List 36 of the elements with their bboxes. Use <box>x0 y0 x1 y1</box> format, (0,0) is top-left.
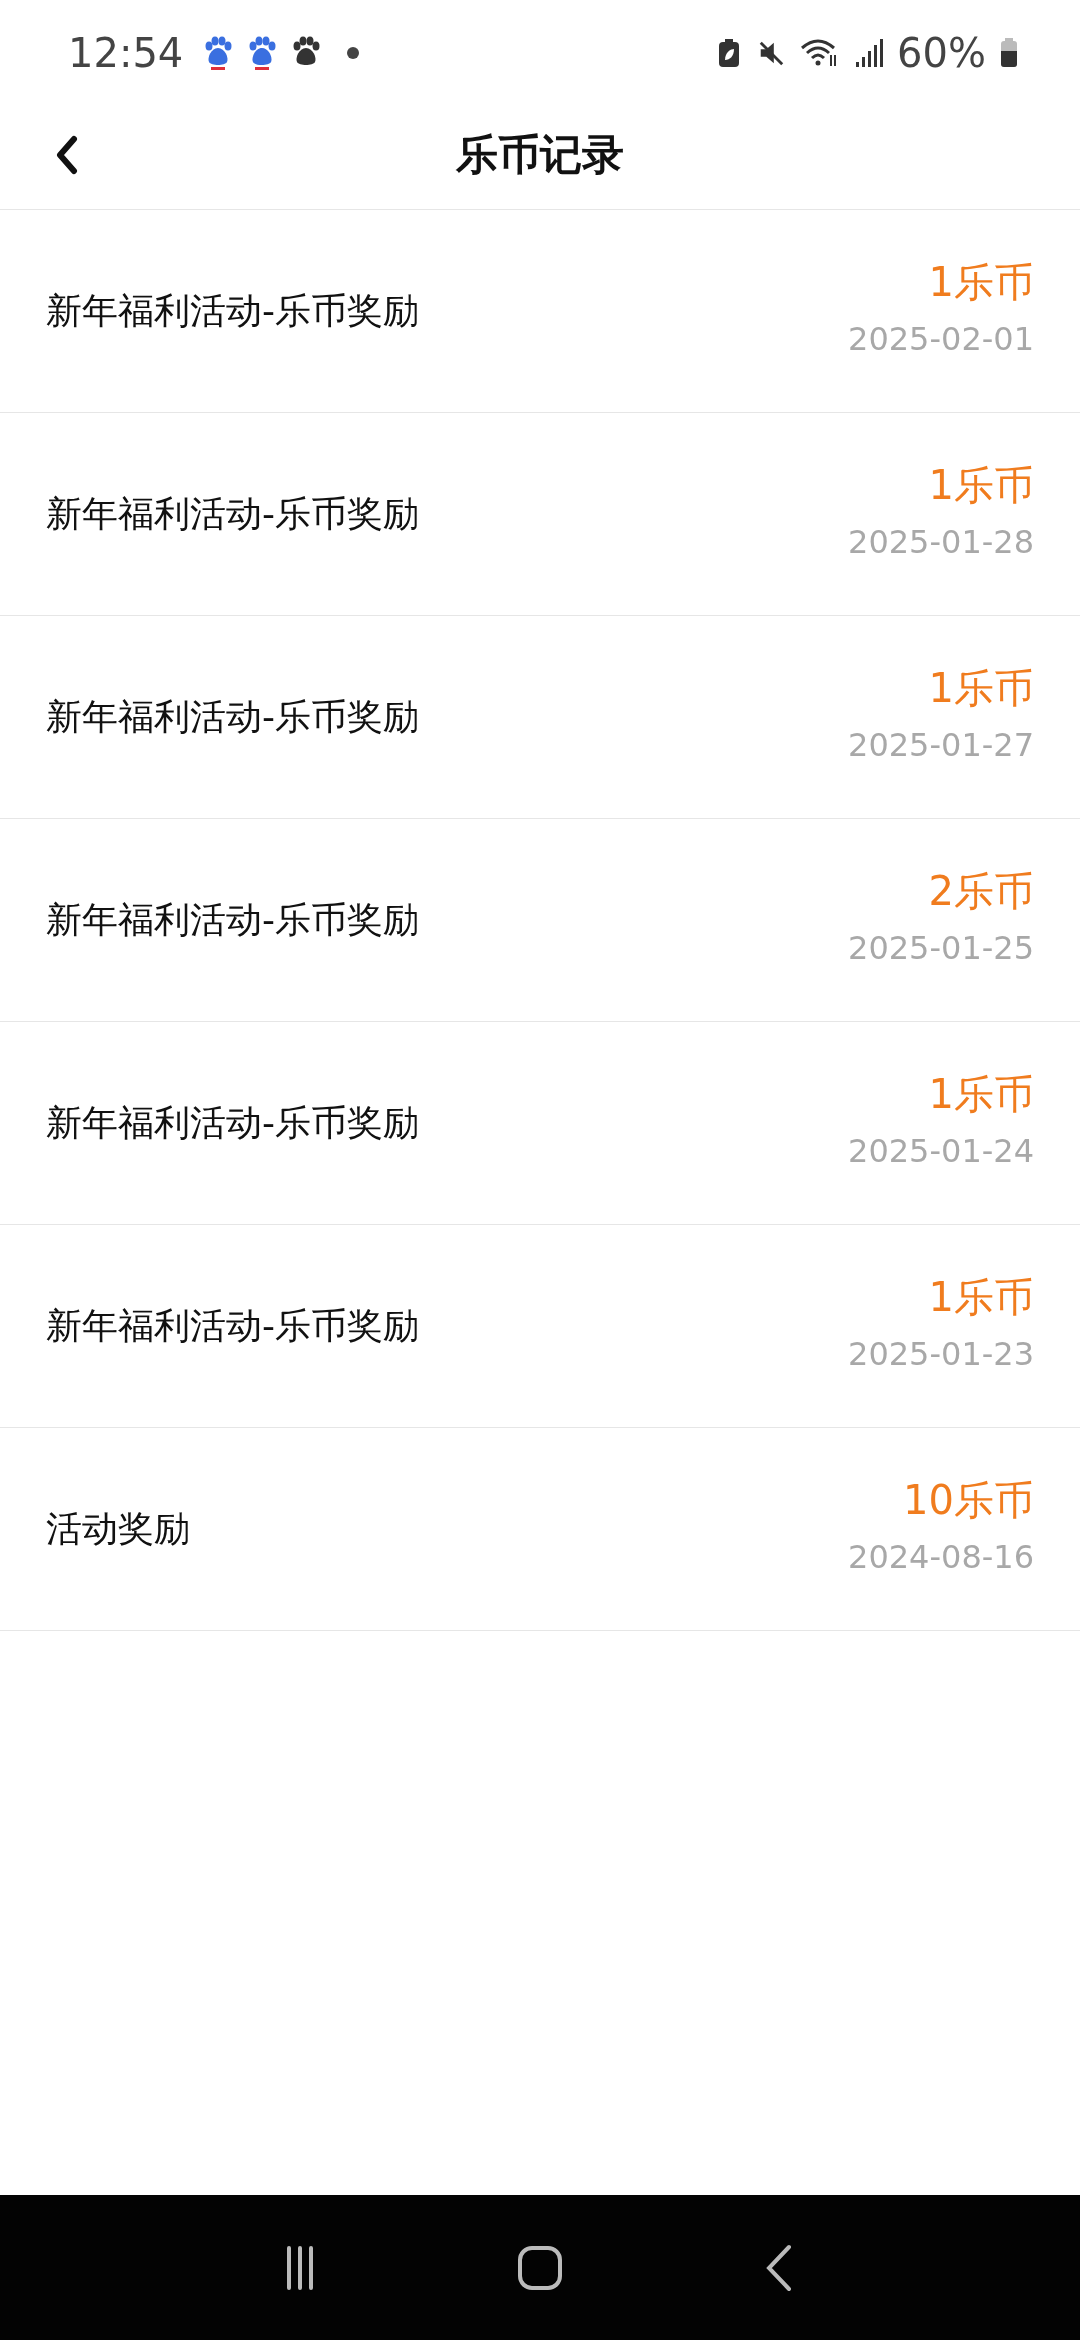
signal-icon <box>855 37 884 68</box>
record-date: 2025-01-25 <box>848 928 1034 967</box>
record-row[interactable]: 新年福利活动-乐币奖励 2乐币 2025-01-25 <box>0 819 1080 1022</box>
coin-amount: 1乐币 <box>928 663 1034 713</box>
record-title: 新年福利活动-乐币奖励 <box>46 491 419 536</box>
record-date: 2024-08-16 <box>848 1537 1034 1576</box>
record-title: 新年福利活动-乐币奖励 <box>46 1100 419 1145</box>
record-date: 2025-01-28 <box>848 522 1034 561</box>
record-row[interactable]: 新年福利活动-乐币奖励 1乐币 2025-02-01 <box>0 210 1080 413</box>
coin-amount: 2乐币 <box>928 866 1034 916</box>
record-title: 新年福利活动-乐币奖励 <box>46 288 419 333</box>
status-time: 12:54 <box>68 29 184 76</box>
paw-app-icon <box>247 35 278 70</box>
record-row[interactable]: 新年福利活动-乐币奖励 1乐币 2025-01-24 <box>0 1022 1080 1225</box>
paw-app-icon <box>203 35 234 70</box>
battery-icon <box>1000 37 1018 68</box>
battery-percent: 60% <box>897 29 986 76</box>
page-title: 乐币记录 <box>456 129 624 181</box>
coin-amount: 1乐币 <box>928 257 1034 307</box>
record-title: 新年福利活动-乐币奖励 <box>46 694 419 739</box>
record-row[interactable]: 新年福利活动-乐币奖励 1乐币 2025-01-23 <box>0 1225 1080 1428</box>
record-date: 2025-01-24 <box>848 1131 1034 1170</box>
record-date: 2025-01-23 <box>848 1334 1034 1373</box>
record-title: 活动奖励 <box>46 1506 190 1551</box>
record-row[interactable]: 新年福利活动-乐币奖励 1乐币 2025-01-28 <box>0 413 1080 616</box>
coin-amount: 1乐币 <box>928 460 1034 510</box>
record-title: 新年福利活动-乐币奖励 <box>46 897 419 942</box>
record-date: 2025-01-27 <box>848 725 1034 764</box>
coin-amount: 1乐币 <box>928 1069 1034 1119</box>
record-row[interactable]: 活动奖励 10乐币 2024-08-16 <box>0 1428 1080 1631</box>
record-title: 新年福利活动-乐币奖励 <box>46 1303 419 1348</box>
notification-dot-icon <box>347 46 360 59</box>
record-row[interactable]: 新年福利活动-乐币奖励 1乐币 2025-01-27 <box>0 616 1080 819</box>
record-date: 2025-02-01 <box>848 319 1034 358</box>
coin-amount: 1乐币 <box>928 1272 1034 1322</box>
coin-amount: 10乐币 <box>903 1475 1034 1525</box>
